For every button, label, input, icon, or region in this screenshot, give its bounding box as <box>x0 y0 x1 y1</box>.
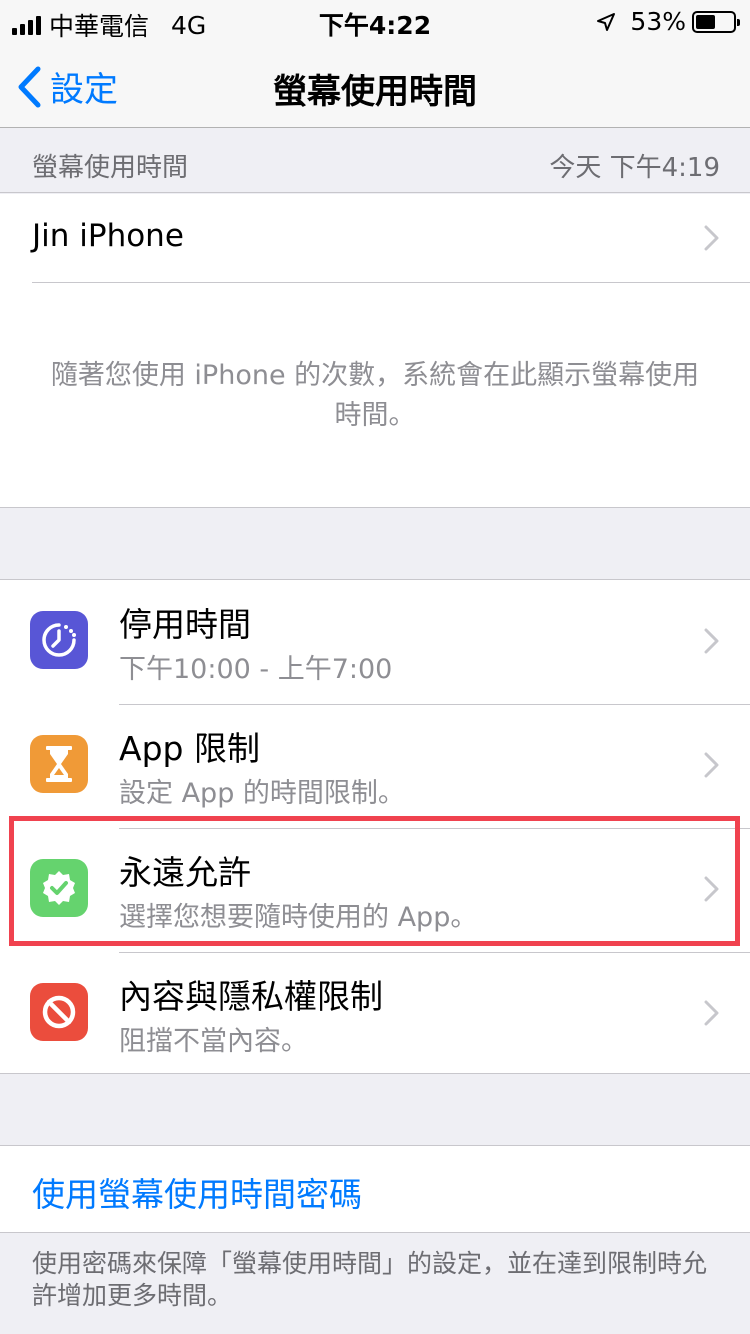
status-right: 53% <box>596 7 740 36</box>
feature-title: 內容與隱私權限制 <box>119 977 383 1016</box>
feature-subtitle: 阻擋不當內容。 <box>119 1026 308 1057</box>
chevron-right-icon <box>704 1000 719 1026</box>
divider <box>32 282 750 283</box>
feature-row-always-allowed[interactable]: 永遠允許 選擇您想要隨時使用的 App。 <box>0 828 750 952</box>
usage-description: 隨著您使用 iPhone 的次數，系統會在此顯示螢幕使用時間。 <box>50 360 700 431</box>
prohibited-icon <box>30 983 88 1041</box>
page-title: 螢幕使用時間 <box>273 72 477 112</box>
downtime-icon <box>30 611 88 669</box>
feature-title: 停用時間 <box>119 605 251 644</box>
summary-header: 螢幕使用時間 今天 下午4:19 <box>0 129 750 193</box>
feature-subtitle: 下午10:00 - 上午7:00 <box>119 654 393 685</box>
checkmark-badge-icon <box>30 859 88 917</box>
feature-row-downtime[interactable]: 停用時間 下午10:00 - 上午7:00 <box>0 580 750 704</box>
chevron-right-icon <box>704 876 719 902</box>
device-row[interactable]: Jin iPhone <box>0 194 750 282</box>
feature-list: 停用時間 下午10:00 - 上午7:00 App 限制 設定 App 的時間限… <box>0 579 750 1074</box>
battery-cap <box>737 18 740 26</box>
feature-title: 永遠允許 <box>119 853 251 892</box>
chevron-right-icon <box>704 628 719 654</box>
feature-subtitle: 選擇您想要隨時使用的 App。 <box>119 902 478 933</box>
battery-percentage: 53% <box>630 7 686 36</box>
location-arrow-icon <box>597 12 616 31</box>
summary-header-title: 螢幕使用時間 <box>32 153 189 183</box>
status-bar: 中華電信 4G 下午4:22 53% <box>0 0 750 41</box>
feature-row-app-limits[interactable]: App 限制 設定 App 的時間限制。 <box>0 704 750 828</box>
battery-fill <box>696 14 715 29</box>
battery-icon <box>692 10 740 33</box>
passcode-card: 使用螢幕使用時間密碼 <box>0 1145 750 1233</box>
feature-row-content-privacy[interactable]: 內容與隱私權限制 阻擋不當內容。 <box>0 952 750 1076</box>
feature-title: App 限制 <box>119 729 260 768</box>
feature-subtitle: 設定 App 的時間限制。 <box>119 778 405 809</box>
device-card: Jin iPhone 隨著您使用 iPhone 的次數，系統會在此顯示螢幕使用時… <box>0 194 750 508</box>
chevron-right-icon <box>704 225 719 251</box>
use-passcode-button[interactable]: 使用螢幕使用時間密碼 <box>32 1168 362 1216</box>
device-name: Jin iPhone <box>32 218 184 254</box>
summary-header-timestamp: 今天 下午4:19 <box>549 153 720 183</box>
passcode-footer-note: 使用密碼來保障「螢幕使用時間」的設定，並在達到限制時允許增加更多時間。 <box>32 1249 708 1310</box>
chevron-right-icon <box>704 752 719 778</box>
hourglass-icon <box>30 735 88 793</box>
navigation-bar: 設定 螢幕使用時間 <box>0 40 750 128</box>
